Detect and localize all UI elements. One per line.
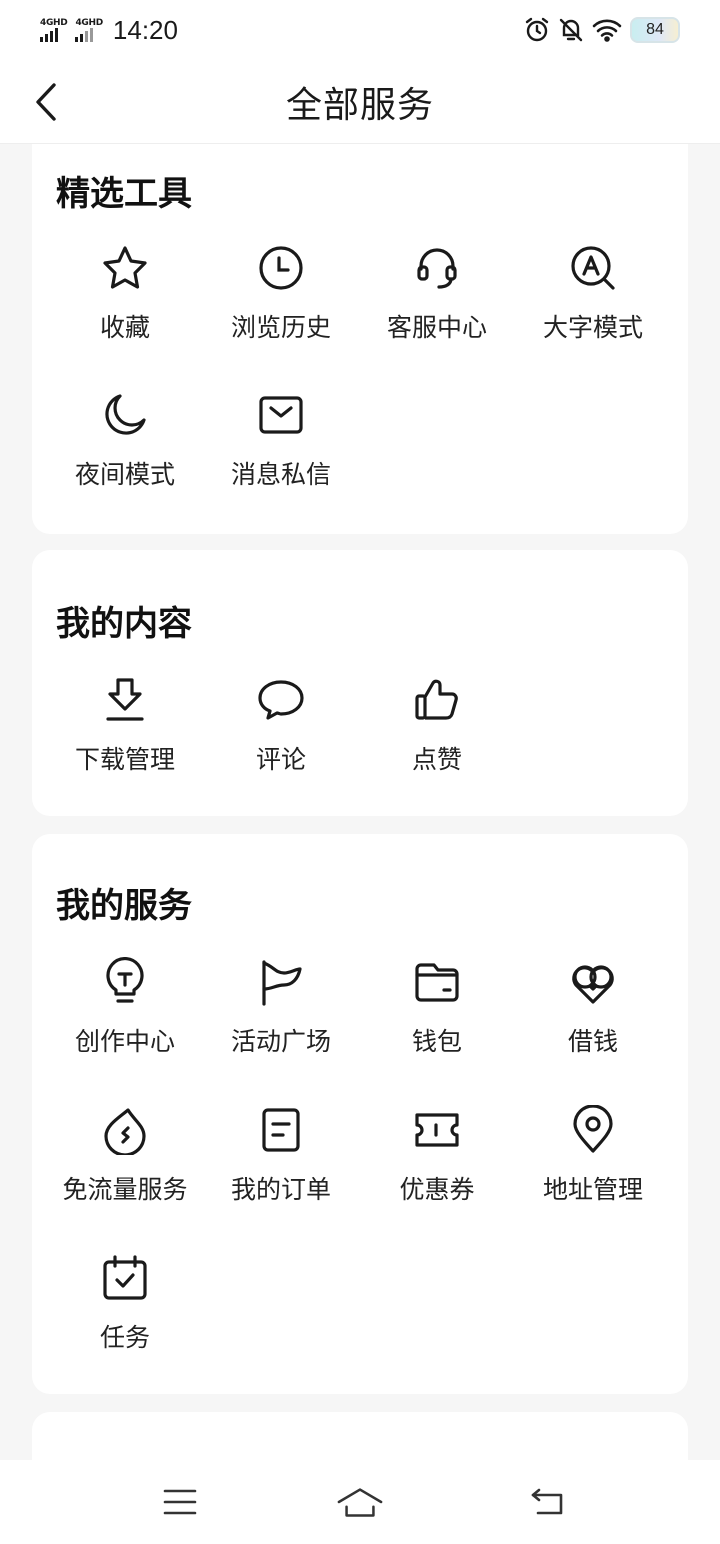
wallet-icon [415,963,459,1002]
star-icon [103,246,147,289]
tool-messages[interactable]: 消息私信 [203,389,359,529]
status-bar: 4GHD 4GHD 14:20 84 [0,0,720,60]
item-label: 点赞 [411,745,462,774]
content-likes[interactable]: 点赞 [359,674,515,814]
battery-icon: 84 [630,17,680,43]
home-button[interactable] [336,1482,384,1522]
alarm-icon [525,17,549,42]
tool-favorites[interactable]: 收藏 [47,242,203,382]
item-label: 任务 [99,1323,150,1352]
item-label: 浏览历史 [230,313,331,342]
calendar-check-icon [103,1255,147,1300]
content-comments[interactable]: 评论 [203,674,359,814]
signal-2: 4GHD [75,18,103,42]
nav-bar: 全部服务 [0,60,720,144]
service-tasks[interactable]: 任务 [47,1252,203,1392]
signal-bars-icon [75,28,94,42]
item-label: 免流量服务 [62,1175,188,1204]
service-coupons[interactable]: 优惠券 [359,1104,515,1244]
section-my-content: 我的内容 下载管理 评论 点赞 [32,550,688,816]
service-activity-square[interactable]: 活动广场 [203,956,359,1096]
item-label: 借钱 [567,1027,618,1056]
mute-bell-icon [559,18,583,42]
service-free-data[interactable]: 免流量服务 [47,1104,203,1244]
item-label: 收藏 [99,313,150,342]
section-featured-tools: 精选工具 收藏 浏览历史 客服中心 大字模式 夜间模式 消息私信 [32,144,688,534]
flag-icon [262,960,302,1006]
item-label: 客服中心 [386,313,487,342]
lightbulb-icon [106,957,144,1003]
item-label: 创作中心 [74,1027,175,1056]
moon-icon [105,394,146,435]
item-label: 大字模式 [542,313,643,342]
page-title: 全部服务 [285,84,434,126]
coupon-icon [415,1113,459,1147]
battery-level: 84 [646,21,664,38]
tool-large-font[interactable]: 大字模式 [515,242,671,382]
item-label: 地址管理 [542,1175,643,1204]
order-doc-icon [262,1108,300,1152]
signal-1-label: 4GHD [40,18,68,28]
section-title: 我的内容 [56,604,192,644]
item-label: 夜间模式 [74,460,175,489]
service-wallet[interactable]: 钱包 [359,956,515,1096]
service-borrow[interactable]: 借钱 [515,956,671,1096]
menu-icon [163,1489,197,1515]
download-icon [106,678,144,721]
item-label: 优惠券 [399,1175,475,1204]
service-creator-center[interactable]: 创作中心 [47,956,203,1096]
back-arrow-icon [36,83,56,121]
home-icon [337,1488,383,1517]
item-label: 钱包 [411,1027,462,1056]
status-time: 14:20 [112,14,178,45]
section-title: 我的服务 [56,886,192,926]
item-label: 消息私信 [230,460,331,489]
font-search-icon [571,246,615,290]
tool-night-mode[interactable]: 夜间模式 [47,389,203,529]
item-label: 我的订单 [230,1175,331,1204]
tool-customer-service[interactable]: 客服中心 [359,242,515,382]
item-label: 活动广场 [230,1027,331,1056]
thumb-up-icon [415,679,458,720]
service-address[interactable]: 地址管理 [515,1104,671,1244]
signal-bars-icon [40,28,58,42]
tool-history[interactable]: 浏览历史 [203,242,359,382]
heart-coin-icon [572,965,614,1004]
location-pin-icon [573,1105,613,1153]
return-button[interactable] [524,1482,572,1522]
comment-icon [258,680,304,720]
system-nav-bar [0,1460,720,1544]
section-title: 精选工具 [56,174,192,214]
mail-icon [259,396,303,434]
wifi-icon [592,19,622,42]
headset-icon [417,248,457,289]
menu-button[interactable] [156,1482,204,1522]
item-label: 下载管理 [74,745,175,774]
service-my-orders[interactable]: 我的订单 [203,1104,359,1244]
section-more [32,1412,688,1460]
signal-1: 4GHD [40,18,68,42]
item-label: 评论 [255,745,306,774]
clock-icon [259,246,303,290]
data-drop-icon [104,1108,146,1155]
back-button[interactable] [26,80,66,124]
section-my-services: 我的服务 创作中心 活动广场 钱包 借钱 免流量服务 我的订单 优惠券 地址管理… [32,834,688,1394]
content-downloads[interactable]: 下载管理 [47,674,203,814]
signal-2-label: 4GHD [75,18,103,28]
return-icon [531,1488,563,1515]
